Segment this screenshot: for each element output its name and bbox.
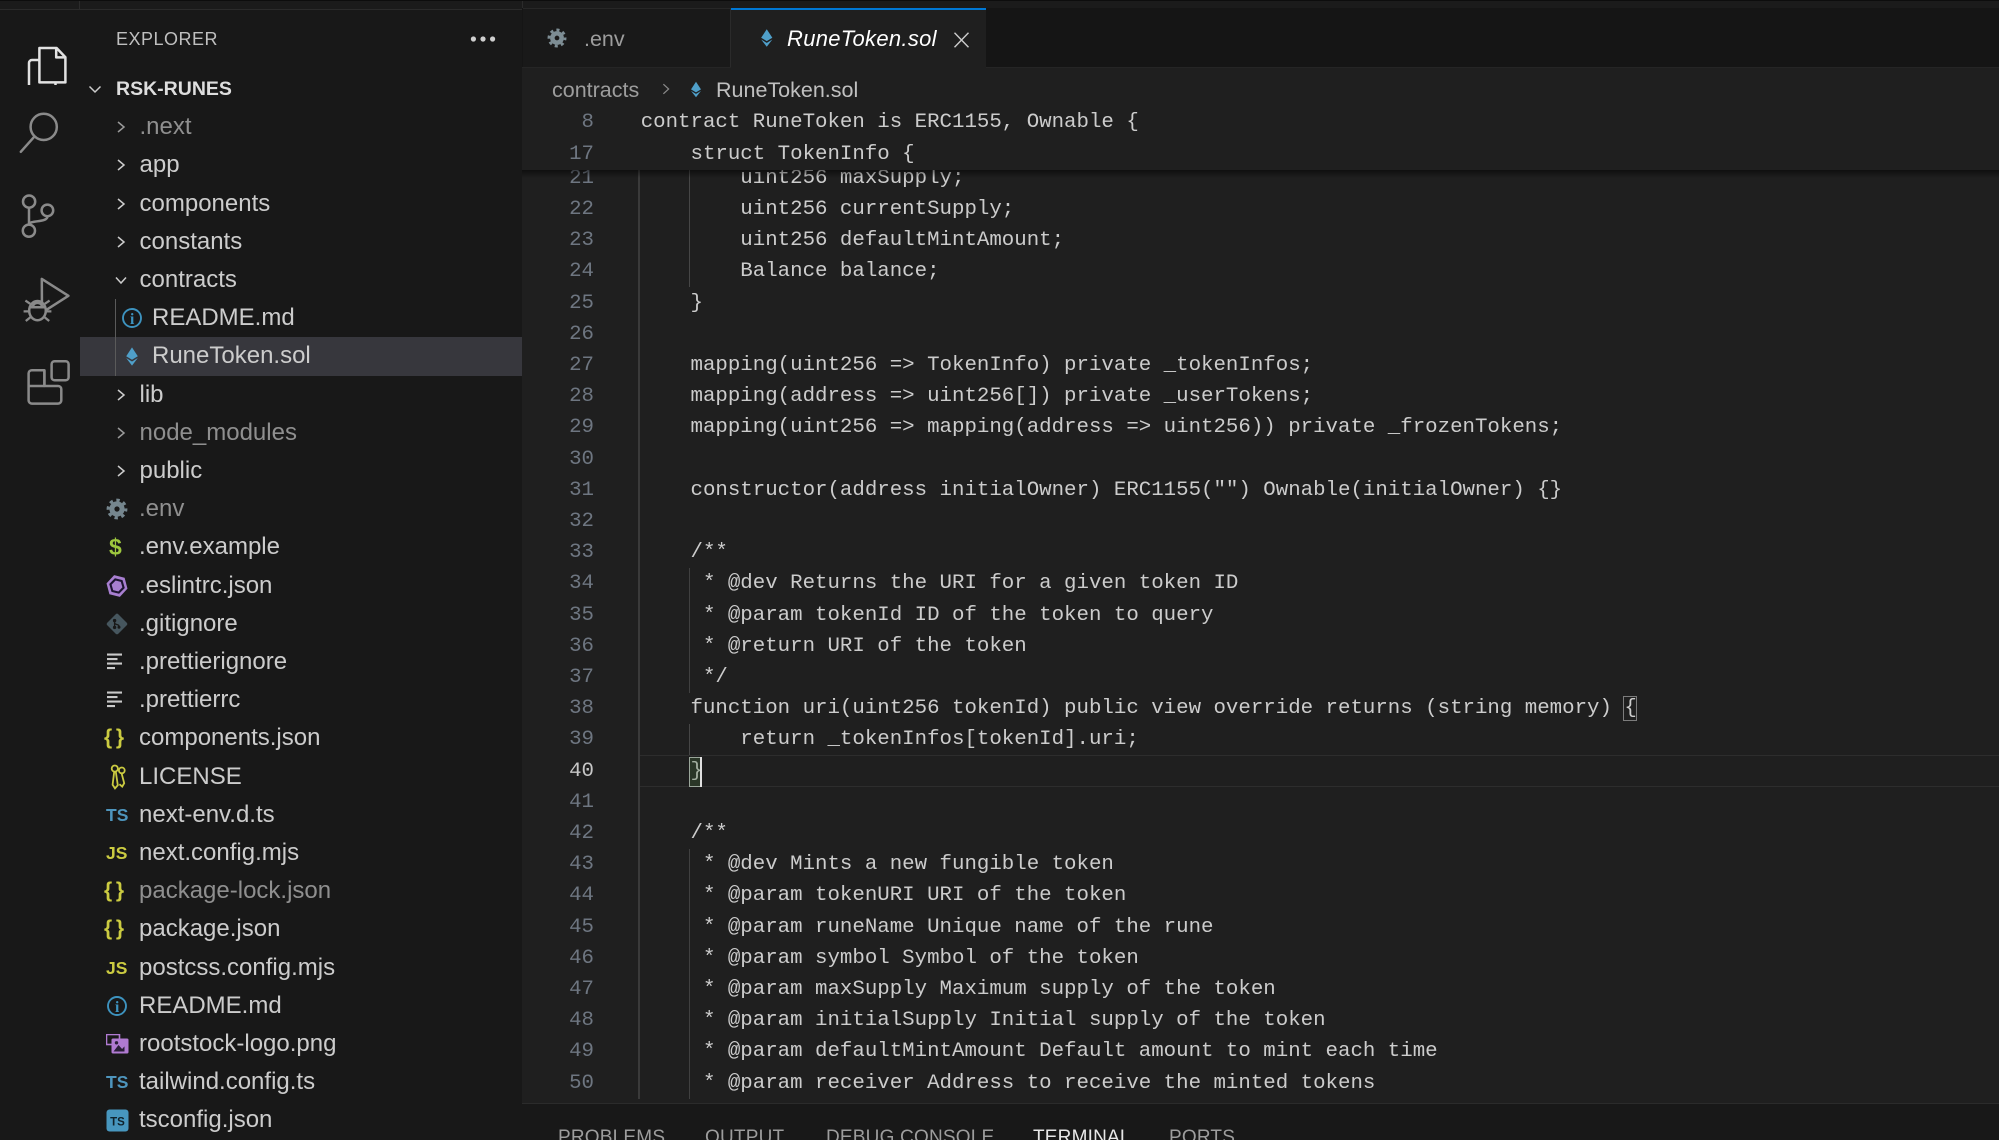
svg-text:i: i: [130, 311, 135, 328]
svg-text:i: i: [115, 999, 120, 1016]
svg-text:TS: TS: [110, 1117, 125, 1129]
